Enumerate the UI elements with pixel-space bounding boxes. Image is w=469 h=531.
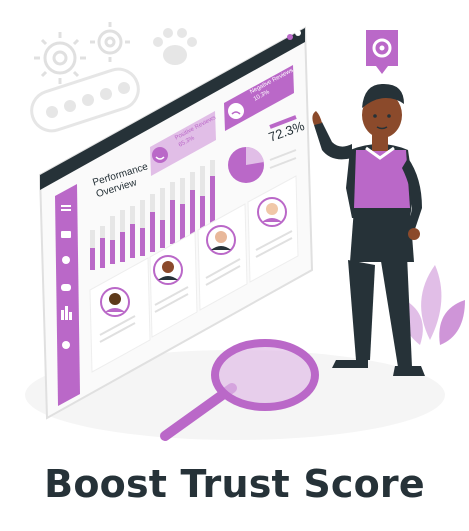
pie-chart	[228, 146, 264, 183]
bell-icon	[62, 256, 70, 264]
illustration-stage: Performance Overview Positive Reviews 65…	[0, 0, 469, 531]
gear-icon	[90, 22, 130, 62]
settings-icon	[62, 341, 70, 349]
settings-pin-icon	[366, 30, 398, 74]
chart-icon	[61, 310, 64, 320]
page-title: Boost Trust Score	[44, 462, 425, 506]
dashboard-sidebar	[55, 184, 80, 406]
person	[312, 83, 425, 376]
plant	[402, 265, 465, 345]
chat-icon	[61, 284, 71, 291]
illustration: Performance Overview Positive Reviews 65…	[25, 22, 465, 441]
mail-icon	[61, 231, 71, 238]
gear-icon	[34, 32, 86, 84]
paw-icon	[153, 28, 197, 65]
menu-icon	[61, 205, 71, 207]
